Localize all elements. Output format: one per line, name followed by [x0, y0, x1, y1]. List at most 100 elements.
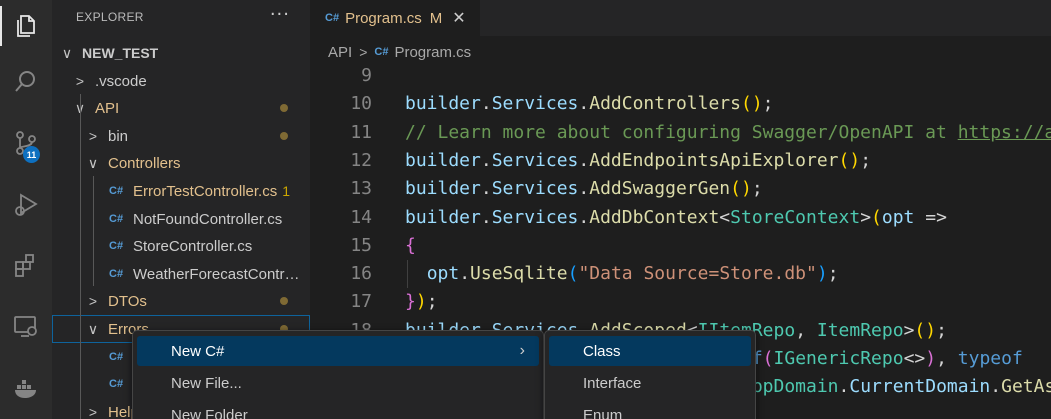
submenu-arrow-icon: ›	[519, 342, 525, 359]
menu-item-interface[interactable]: Interface	[549, 368, 751, 398]
file-item[interactable]: C# NotFoundController.cs	[52, 205, 310, 233]
csharp-file-icon: C#	[374, 46, 389, 58]
folder-item[interactable]: > bin	[52, 122, 310, 150]
code-token: .	[480, 207, 492, 228]
code-token: )	[849, 150, 861, 171]
menu-item-new-c[interactable]: New C# ›	[137, 336, 539, 366]
code-token: .	[480, 178, 492, 199]
breadcrumb-file[interactable]: Program.cs	[394, 44, 471, 61]
code-token: )	[415, 291, 427, 312]
modified-indicator: M	[429, 9, 443, 27]
code-token: )	[751, 93, 763, 114]
code-token: AddSwaggerGen	[589, 178, 731, 199]
code-token: builder	[405, 150, 481, 171]
git-modified-dot	[280, 297, 288, 305]
folder-item[interactable]: ∨ Controllers	[52, 149, 310, 177]
code-token: ,	[936, 348, 958, 369]
code-token: (	[762, 348, 774, 369]
code-token: <	[719, 207, 731, 228]
code-token: .	[578, 93, 590, 114]
code-token: Services	[491, 93, 579, 114]
tab-program-cs[interactable]: C# Program.cs M ✕	[310, 0, 480, 36]
extensions-icon[interactable]	[0, 241, 52, 289]
code-token: typeof	[957, 348, 1023, 369]
code-token: <>	[903, 348, 926, 369]
line-number: 12	[350, 150, 372, 171]
code-token: builder	[405, 178, 481, 199]
code-token: AddDbContext	[589, 207, 720, 228]
line-number: 10	[350, 93, 372, 114]
code-text: builder.Services.AddEndpointsApiExplorer…	[405, 147, 871, 175]
folder-item[interactable]: > .vscode	[52, 67, 310, 95]
menu-item-label: New Folder	[171, 406, 248, 419]
git-modified-dot	[280, 132, 288, 140]
code-token: .	[578, 150, 590, 171]
code-token: )	[740, 178, 752, 199]
line-number: 16	[350, 263, 372, 284]
code-text: opt.UseSqlite("Data Source=Store.db");	[405, 260, 839, 288]
code-token: ;	[936, 320, 947, 341]
chevron-down-icon: ∨	[87, 320, 99, 337]
tab-label: Program.cs	[345, 9, 422, 27]
tree-item-label: ErrorTestController.cs	[133, 182, 278, 200]
code-line: 9	[310, 62, 1051, 90]
code-line: 14 builder.Services.AddDbContext<StoreCon…	[310, 204, 1051, 232]
code-token: >	[903, 320, 915, 341]
line-number: 13	[350, 178, 372, 199]
explorer-title: EXPLORER	[76, 10, 144, 24]
code-text: builder.Services.AddSwaggerGen();	[405, 175, 763, 203]
indent-guide	[407, 260, 408, 288]
code-text: builder.Services.AddControllers();	[405, 90, 774, 118]
menu-item-enum[interactable]: Enum	[549, 400, 751, 419]
code-token: https://aka.ms/aspnetcore/swashbuckle	[957, 122, 1051, 143]
code-token: ;	[426, 291, 438, 312]
tree-item-label: StoreController.cs	[133, 237, 253, 255]
menu-item-new-file[interactable]: New File...	[137, 368, 539, 398]
search-icon[interactable]	[0, 58, 52, 106]
code-token: .	[990, 376, 1002, 397]
file-item[interactable]: C# StoreController.cs	[52, 232, 310, 260]
chevron-right-icon: >	[88, 293, 98, 309]
close-tab-icon[interactable]: ✕	[452, 8, 465, 28]
breadcrumb-folder[interactable]: API	[328, 44, 352, 61]
menu-item-label: New File...	[171, 374, 242, 392]
file-item[interactable]: C# ErrorTestController.cs 1	[52, 177, 310, 205]
code-line: 13 builder.Services.AddSwaggerGen();	[310, 175, 1051, 203]
problem-count: 1	[282, 183, 290, 199]
new-csharp-submenu: Class Interface Enum	[544, 330, 756, 419]
menu-item-new-folder[interactable]: New Folder	[137, 400, 539, 419]
menu-item-class[interactable]: Class	[549, 336, 751, 366]
folder-item[interactable]: ∨ NEW_TEST	[52, 39, 310, 67]
chevron-right-icon: >	[88, 128, 98, 144]
code-token: GetAssemblies	[1001, 376, 1051, 397]
source-control-badge: 11	[23, 146, 40, 163]
chevron-right-icon: >	[88, 404, 98, 419]
code-token: =>	[914, 207, 947, 228]
code-token: // Learn more about configuring Swagger/…	[405, 122, 958, 143]
csharp-file-icon: C#	[109, 213, 124, 225]
file-item[interactable]: C# WeatherForecastControll...	[52, 260, 310, 288]
code-token: ;	[751, 178, 763, 199]
git-modified-dot	[280, 104, 288, 112]
code-token: ItemRepo	[816, 320, 904, 341]
docker-icon[interactable]	[0, 363, 52, 411]
code-token: (	[567, 263, 579, 284]
code-token: .	[838, 376, 850, 397]
folder-item[interactable]: ∨API	[52, 94, 310, 122]
context-menu: New C# › New File... New Folder	[132, 330, 544, 419]
run-debug-icon[interactable]	[0, 180, 52, 228]
code-token: .	[480, 93, 492, 114]
remote-explorer-icon[interactable]	[0, 302, 52, 350]
explorer-icon[interactable]	[0, 2, 52, 50]
folder-item[interactable]: > DTOs	[52, 287, 310, 315]
code-line: 15 {	[310, 232, 1051, 260]
code-token: .	[578, 207, 590, 228]
more-actions-icon[interactable]: ···	[270, 4, 290, 25]
line-number: 15	[350, 235, 372, 256]
code-token: (	[740, 93, 752, 114]
code-token: StoreContext	[730, 207, 861, 228]
breadcrumb-separator-icon: >	[359, 44, 368, 60]
csharp-file-icon: C#	[109, 351, 124, 363]
code-line: 16 opt.UseSqlite("Data Source=Store.db")…	[310, 260, 1051, 288]
